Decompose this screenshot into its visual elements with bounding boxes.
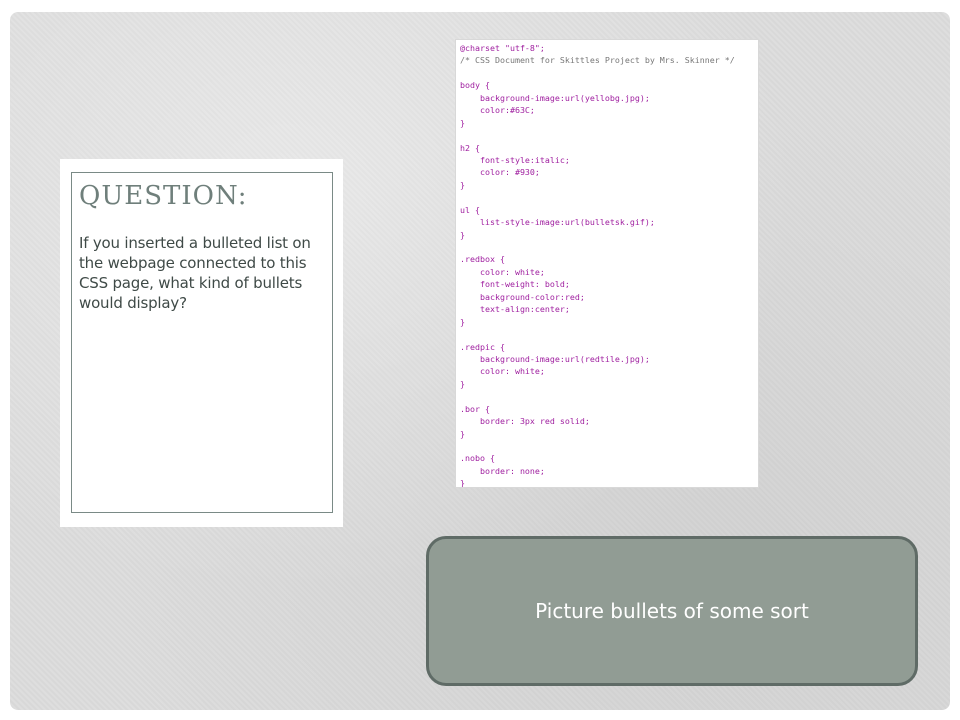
answer-text: Picture bullets of some sort bbox=[535, 599, 809, 623]
question-heading: QUESTION: bbox=[79, 181, 248, 211]
code-line: } bbox=[460, 428, 465, 439]
question-body: If you inserted a bulleted list on the w… bbox=[79, 234, 311, 312]
code-line: background-image:url(redtile.jpg); bbox=[460, 353, 650, 364]
code-line: background-color:red; bbox=[460, 291, 585, 302]
code-line: } bbox=[460, 229, 465, 240]
code-line: border: 3px red solid; bbox=[460, 416, 590, 427]
code-line: h2 { bbox=[460, 142, 480, 153]
code-line: body { bbox=[460, 80, 490, 91]
code-line: list-style-image:url(bulletsk.gif); bbox=[460, 217, 655, 228]
code-line: color:#63C; bbox=[460, 105, 535, 116]
code-line: ul { bbox=[460, 204, 480, 215]
code-line: /* CSS Document for Skittles Project by … bbox=[460, 55, 735, 66]
answer-box[interactable]: Picture bullets of some sort bbox=[426, 536, 918, 686]
question-frame bbox=[71, 172, 333, 513]
css-code-screenshot: @charset "utf-8"; /* CSS Document for Ski… bbox=[455, 39, 759, 488]
code-line: color: white; bbox=[460, 266, 545, 277]
code-line: } bbox=[460, 179, 465, 190]
code-line: border: none; bbox=[460, 465, 545, 476]
code-line: @charset "utf-8"; bbox=[460, 43, 545, 53]
code-line: background-image:url(yellobg.jpg); bbox=[460, 92, 650, 103]
code-line: .bor { bbox=[460, 403, 490, 414]
code-line: text-align:center; bbox=[460, 304, 570, 315]
code-line: font-weight: bold; bbox=[460, 279, 570, 290]
question-panel: QUESTION: If you inserted a bulleted lis… bbox=[60, 159, 343, 527]
code-line: color: #930; bbox=[460, 167, 540, 178]
code-line: } bbox=[460, 378, 465, 389]
code-line: } bbox=[460, 316, 465, 327]
code-line: color: white; bbox=[460, 366, 545, 377]
code-line: font-style:italic; bbox=[460, 154, 570, 165]
code-line: } bbox=[460, 478, 465, 488]
code-line: .redpic { bbox=[460, 341, 505, 352]
code-line: .redbox { bbox=[460, 254, 505, 265]
code-line: } bbox=[460, 117, 465, 128]
code-line: .nobo { bbox=[460, 453, 495, 464]
